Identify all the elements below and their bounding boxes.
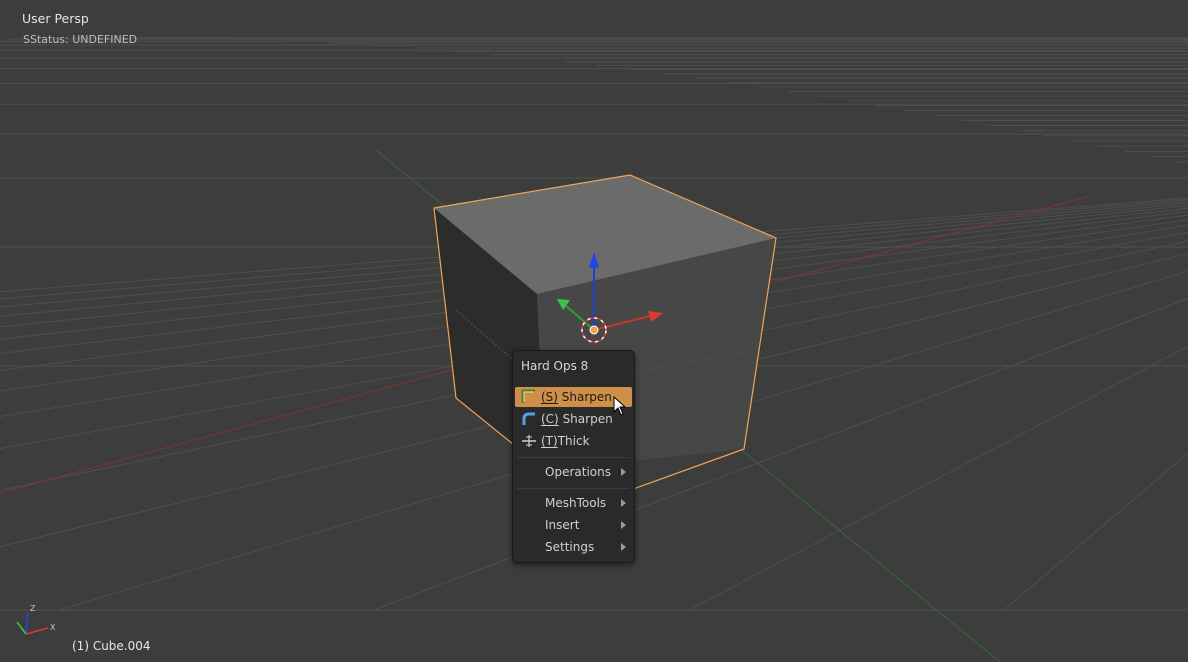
submenu-insert[interactable]: Insert	[515, 515, 632, 535]
submenu-operations[interactable]: Operations	[515, 462, 632, 482]
mouse-pointer-icon	[613, 396, 627, 416]
submenu-label: MeshTools	[545, 496, 607, 510]
sharpen-s-icon	[521, 389, 537, 405]
sharpen-c-icon	[521, 411, 537, 427]
grid-line	[1003, 452, 1188, 611]
menu-separator	[517, 457, 630, 458]
submenu-label: Insert	[545, 518, 580, 532]
submenu-arrow-icon	[621, 521, 626, 529]
axis-z-label: Z	[30, 604, 36, 613]
hard-ops-menu: Hard Ops 8 (S) Sharpen (C) Sharpen (T)Th…	[512, 350, 635, 563]
view-name-label: User Persp	[22, 11, 89, 26]
submenu-settings[interactable]: Settings	[515, 537, 632, 557]
submenu-arrow-icon	[621, 543, 626, 551]
active-object-label: (1) Cube.004	[72, 639, 151, 653]
menu-item-label: Sharpen	[557, 390, 612, 404]
axis-orientation-widget: Z X	[16, 604, 56, 635]
submenu-label: Settings	[545, 540, 595, 554]
status-label: SStatus: UNDEFINED	[23, 33, 138, 46]
submenu-arrow-icon	[621, 468, 626, 476]
menu-item-t-thick[interactable]: (T)Thick	[515, 431, 632, 451]
menu-item-label: Thick	[557, 434, 590, 448]
submenu-meshtools[interactable]: MeshTools	[515, 493, 632, 513]
menu-item-key: (S)	[541, 390, 558, 404]
menu-title: Hard Ops 8	[521, 359, 589, 373]
menu-item-key: (T)	[541, 434, 558, 448]
axis-x-label: X	[50, 623, 56, 632]
submenu-arrow-icon	[621, 499, 626, 507]
menu-item-key: (C)	[541, 412, 559, 426]
menu-separator	[517, 488, 630, 489]
menu-item-label: Sharpen	[558, 412, 613, 426]
submenu-label: Operations	[545, 465, 611, 479]
thick-icon	[521, 433, 537, 449]
